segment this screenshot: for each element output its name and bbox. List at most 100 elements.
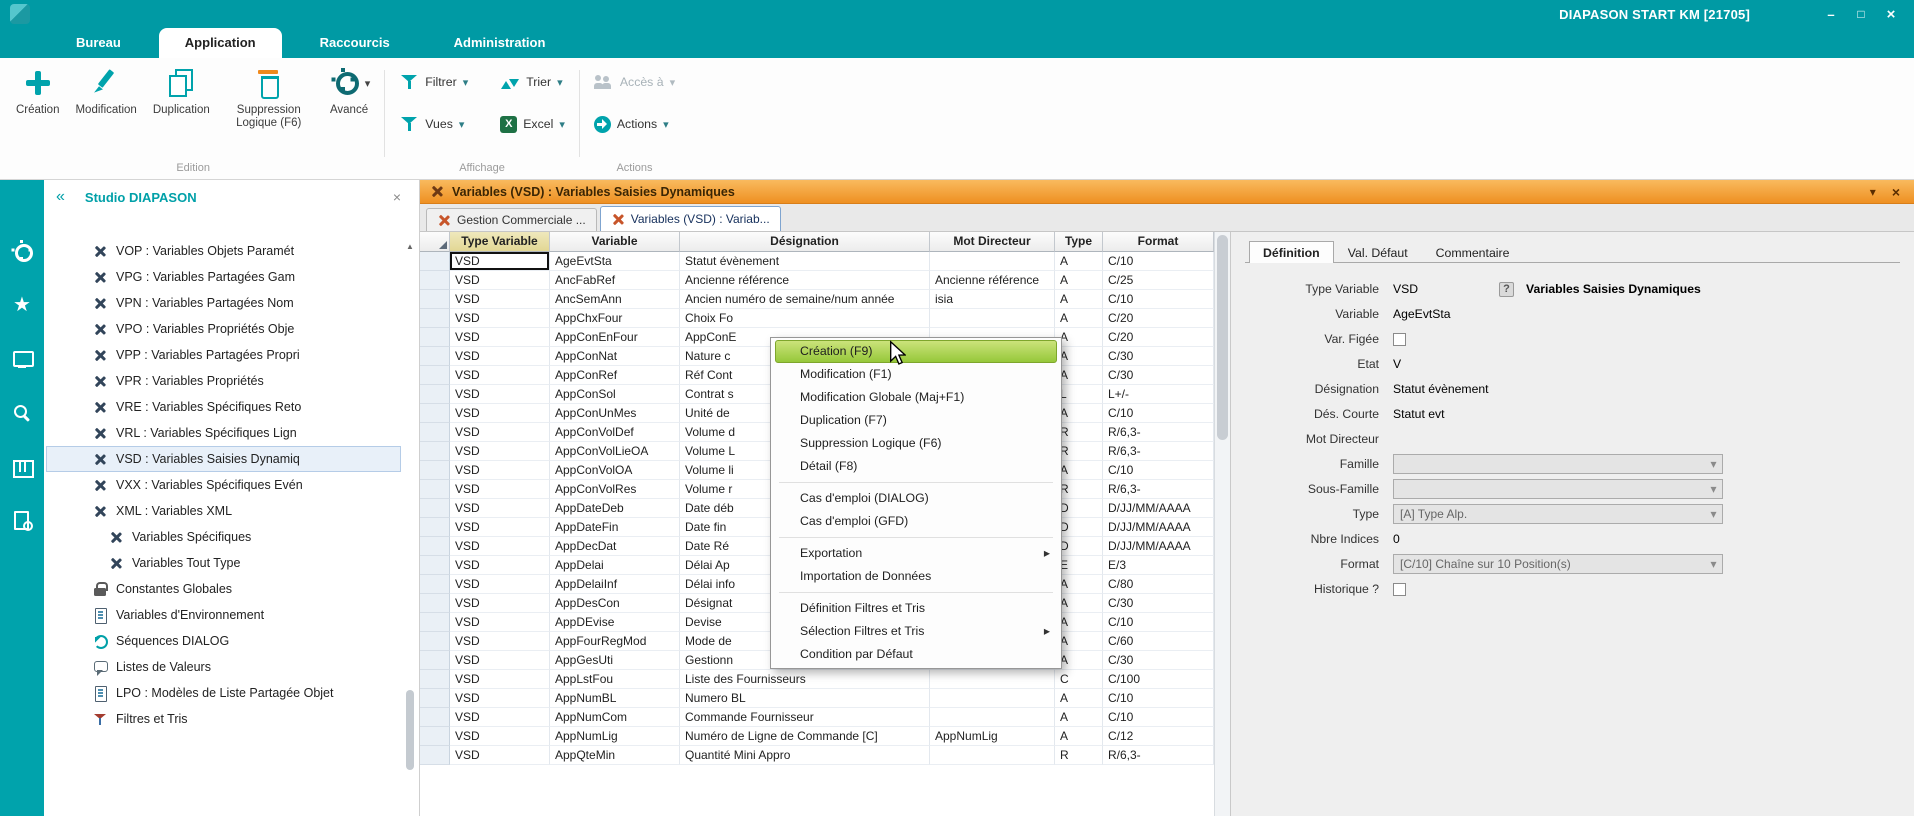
sidebar-tree-item[interactable]: VSD : Variables Saisies Dynamiq xyxy=(46,446,401,472)
sidebar-tree-item[interactable]: Constantes Globales xyxy=(46,576,401,602)
cell-type-variable[interactable]: VSD xyxy=(450,575,550,594)
cell-type[interactable]: A xyxy=(1055,328,1103,347)
cell-variable[interactable]: AppConSol xyxy=(550,385,680,404)
cell-type-variable[interactable]: VSD xyxy=(450,727,550,746)
cell-type-variable[interactable]: VSD xyxy=(450,461,550,480)
cell-type[interactable]: C xyxy=(1055,670,1103,689)
cell-mot-directeur[interactable] xyxy=(930,708,1055,727)
cell-type[interactable]: A xyxy=(1055,689,1103,708)
sidebar-tree-item[interactable]: Listes de Valeurs xyxy=(46,654,401,680)
cell-format[interactable]: R/6,3- xyxy=(1103,480,1214,499)
row-selector[interactable] xyxy=(420,499,450,518)
cell-type-variable[interactable]: VSD xyxy=(450,537,550,556)
row-selector[interactable] xyxy=(420,594,450,613)
close-icon[interactable] xyxy=(1880,4,1902,24)
cell-designation[interactable]: Numéro de Ligne de Commande [C] xyxy=(680,727,930,746)
table-row[interactable]: VSD AncSemAnn Ancien numéro de semaine/n… xyxy=(420,290,1214,309)
ribbon-small-button[interactable]: Excel xyxy=(494,112,571,136)
cell-format[interactable]: C/12 xyxy=(1103,727,1214,746)
column-header-mot-directeur[interactable]: Mot Directeur xyxy=(930,232,1055,252)
cell-format[interactable]: D/JJ/MM/AAAA xyxy=(1103,499,1214,518)
context-menu-item[interactable]: Cas d'emploi (GFD) xyxy=(773,510,1059,533)
sidebar-tree-item[interactable]: Variables d'Environnement xyxy=(46,602,401,628)
sidebar-tree-item[interactable]: VPO : Variables Propriétés Obje xyxy=(46,316,401,342)
cell-variable[interactable]: AppDEvise xyxy=(550,613,680,632)
row-selector[interactable] xyxy=(420,290,450,309)
rail-icon-button[interactable] xyxy=(0,236,44,266)
cell-type[interactable]: A xyxy=(1055,347,1103,366)
cell-type-variable[interactable]: VSD xyxy=(450,442,550,461)
cell-mot-directeur[interactable]: isia xyxy=(930,290,1055,309)
context-menu-item[interactable] xyxy=(779,482,1053,483)
menu-tab[interactable]: Application xyxy=(159,28,282,58)
cell-type-variable[interactable]: VSD xyxy=(450,556,550,575)
field-combo[interactable]: [A] Type Alp. xyxy=(1393,504,1723,524)
cell-format[interactable]: C/10 xyxy=(1103,252,1214,271)
cell-type[interactable]: D xyxy=(1055,537,1103,556)
table-row[interactable]: VSD AppLstFou Liste des Fournisseurs C C… xyxy=(420,670,1214,689)
cell-mot-directeur[interactable] xyxy=(930,689,1055,708)
cell-variable[interactable]: AppQteMin xyxy=(550,746,680,765)
row-selector[interactable] xyxy=(420,385,450,404)
row-selector[interactable] xyxy=(420,556,450,575)
cell-type-variable[interactable]: VSD xyxy=(450,328,550,347)
cell-mot-directeur[interactable] xyxy=(930,746,1055,765)
context-menu-item[interactable]: Suppression Logique (F6) xyxy=(773,432,1059,455)
cell-variable[interactable]: AppLstFou xyxy=(550,670,680,689)
cell-type[interactable]: A xyxy=(1055,613,1103,632)
cell-type[interactable]: R xyxy=(1055,480,1103,499)
sidebar-tree-item[interactable]: Variables Tout Type xyxy=(46,550,401,576)
row-selector[interactable] xyxy=(420,575,450,594)
cell-type-variable[interactable]: VSD xyxy=(450,632,550,651)
table-row[interactable]: VSD AgeEvtSta Statut évènement A C/10 xyxy=(420,252,1214,271)
cell-variable[interactable]: AppDesCon xyxy=(550,594,680,613)
cell-type-variable[interactable]: VSD xyxy=(450,480,550,499)
document-tab[interactable]: Gestion Commerciale ... xyxy=(426,208,597,231)
cell-type[interactable]: A xyxy=(1055,309,1103,328)
cell-variable[interactable]: AppConUnMes xyxy=(550,404,680,423)
row-selector[interactable] xyxy=(420,461,450,480)
cell-type-variable[interactable]: VSD xyxy=(450,708,550,727)
row-selector[interactable] xyxy=(420,328,450,347)
cell-type[interactable]: L xyxy=(1055,385,1103,404)
cell-type[interactable]: A xyxy=(1055,651,1103,670)
cell-format[interactable]: D/JJ/MM/AAAA xyxy=(1103,518,1214,537)
table-row[interactable]: VSD AppNumBL Numero BL A C/10 xyxy=(420,689,1214,708)
cell-type[interactable]: A xyxy=(1055,708,1103,727)
row-selector[interactable] xyxy=(420,252,450,271)
ribbon-small-button[interactable]: Filtrer xyxy=(393,70,474,94)
tree-scrollbar[interactable] xyxy=(404,240,416,808)
help-icon[interactable] xyxy=(1499,282,1514,297)
menu-tab[interactable]: Raccourcis xyxy=(294,28,416,58)
row-selector[interactable] xyxy=(420,746,450,765)
cell-type-variable[interactable]: VSD xyxy=(450,499,550,518)
scroll-up-icon[interactable] xyxy=(404,240,416,253)
cell-variable[interactable]: AppDateFin xyxy=(550,518,680,537)
table-scrollbar[interactable] xyxy=(1214,232,1230,816)
maximize-icon[interactable] xyxy=(1850,4,1872,24)
cell-type-variable[interactable]: VSD xyxy=(450,404,550,423)
rail-icon-button[interactable] xyxy=(0,452,44,482)
sidebar-tree-item[interactable]: VOP : Variables Objets Paramét xyxy=(46,238,401,264)
rail-icon-button[interactable] xyxy=(0,398,44,428)
menu-tab[interactable]: Bureau xyxy=(50,28,147,58)
context-menu-item[interactable]: Modification (F1) xyxy=(773,363,1059,386)
ribbon-small-button[interactable]: Accès à xyxy=(588,70,681,94)
field-checkbox[interactable] xyxy=(1393,333,1406,346)
cell-type-variable[interactable]: VSD xyxy=(450,290,550,309)
cell-designation[interactable]: Ancienne référence xyxy=(680,271,930,290)
detail-tab[interactable]: Définition xyxy=(1249,241,1334,263)
ribbon-small-button[interactable]: Vues xyxy=(393,112,474,136)
cell-variable[interactable]: AppConVolOA xyxy=(550,461,680,480)
context-menu-item[interactable]: Modification Globale (Maj+F1) xyxy=(773,386,1059,409)
row-selector[interactable] xyxy=(420,727,450,746)
row-selector[interactable] xyxy=(420,518,450,537)
row-selector[interactable] xyxy=(420,347,450,366)
sidebar-tree-item[interactable]: Variables Spécifiques xyxy=(46,524,401,550)
cell-type-variable[interactable]: VSD xyxy=(450,366,550,385)
cell-type[interactable]: R xyxy=(1055,423,1103,442)
row-selector[interactable] xyxy=(420,651,450,670)
cell-type-variable[interactable]: VSD xyxy=(450,271,550,290)
row-selector[interactable] xyxy=(420,404,450,423)
cell-variable[interactable]: AppChxFour xyxy=(550,309,680,328)
